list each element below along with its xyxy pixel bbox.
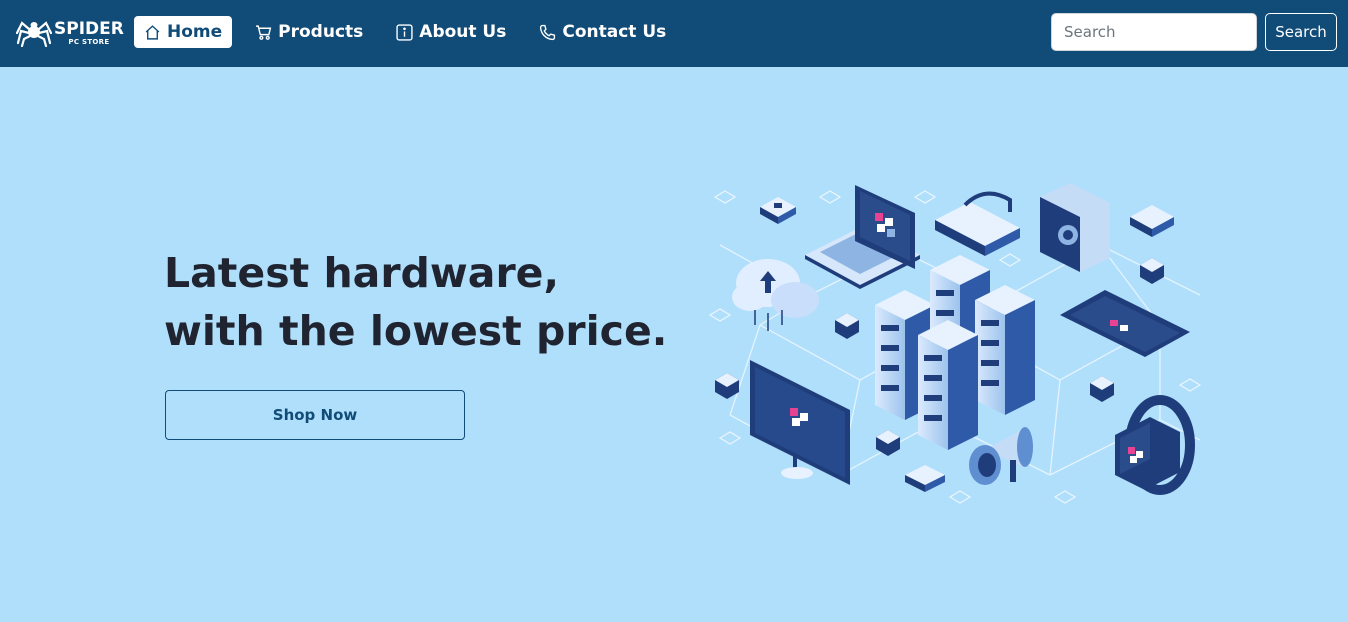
hardware-illustration <box>708 183 1202 504</box>
shop-now-button[interactable]: Shop Now <box>165 390 465 440</box>
nav-item-label: About Us <box>419 22 507 42</box>
brand-text: SPIDER PC STORE <box>54 18 124 46</box>
nav-item-label: Home <box>167 22 223 42</box>
nav-item-about[interactable]: About Us <box>386 16 516 48</box>
hero-title: Latest hardware, with the lowest price. <box>164 244 684 360</box>
nav-item-home[interactable]: Home <box>134 16 233 48</box>
brand-subtitle: PC STORE <box>68 37 110 46</box>
phone-icon <box>540 24 556 40</box>
cart-icon <box>256 24 272 40</box>
nav-item-products[interactable]: Products <box>245 16 373 48</box>
main-nav: Home Products About Us Contact Us <box>134 16 689 48</box>
hero-title-line-2: with the lowest price. <box>164 307 668 355</box>
info-icon <box>396 23 413 41</box>
nav-item-label: Products <box>278 22 364 42</box>
search-input[interactable] <box>1051 13 1257 51</box>
nav-item-contact[interactable]: Contact Us <box>529 16 676 48</box>
search-button[interactable]: Search <box>1265 13 1337 51</box>
brand-logo[interactable]: SPIDER PC STORE <box>16 18 124 48</box>
brand-title: SPIDER <box>54 18 124 39</box>
hero-title-line-1: Latest hardware, <box>164 249 560 297</box>
nav-item-label: Contact Us <box>562 22 667 42</box>
navbar: SPIDER PC STORE Home Products About Us C… <box>0 0 1348 67</box>
home-icon <box>145 24 160 40</box>
spider-logo-icon <box>16 21 52 47</box>
